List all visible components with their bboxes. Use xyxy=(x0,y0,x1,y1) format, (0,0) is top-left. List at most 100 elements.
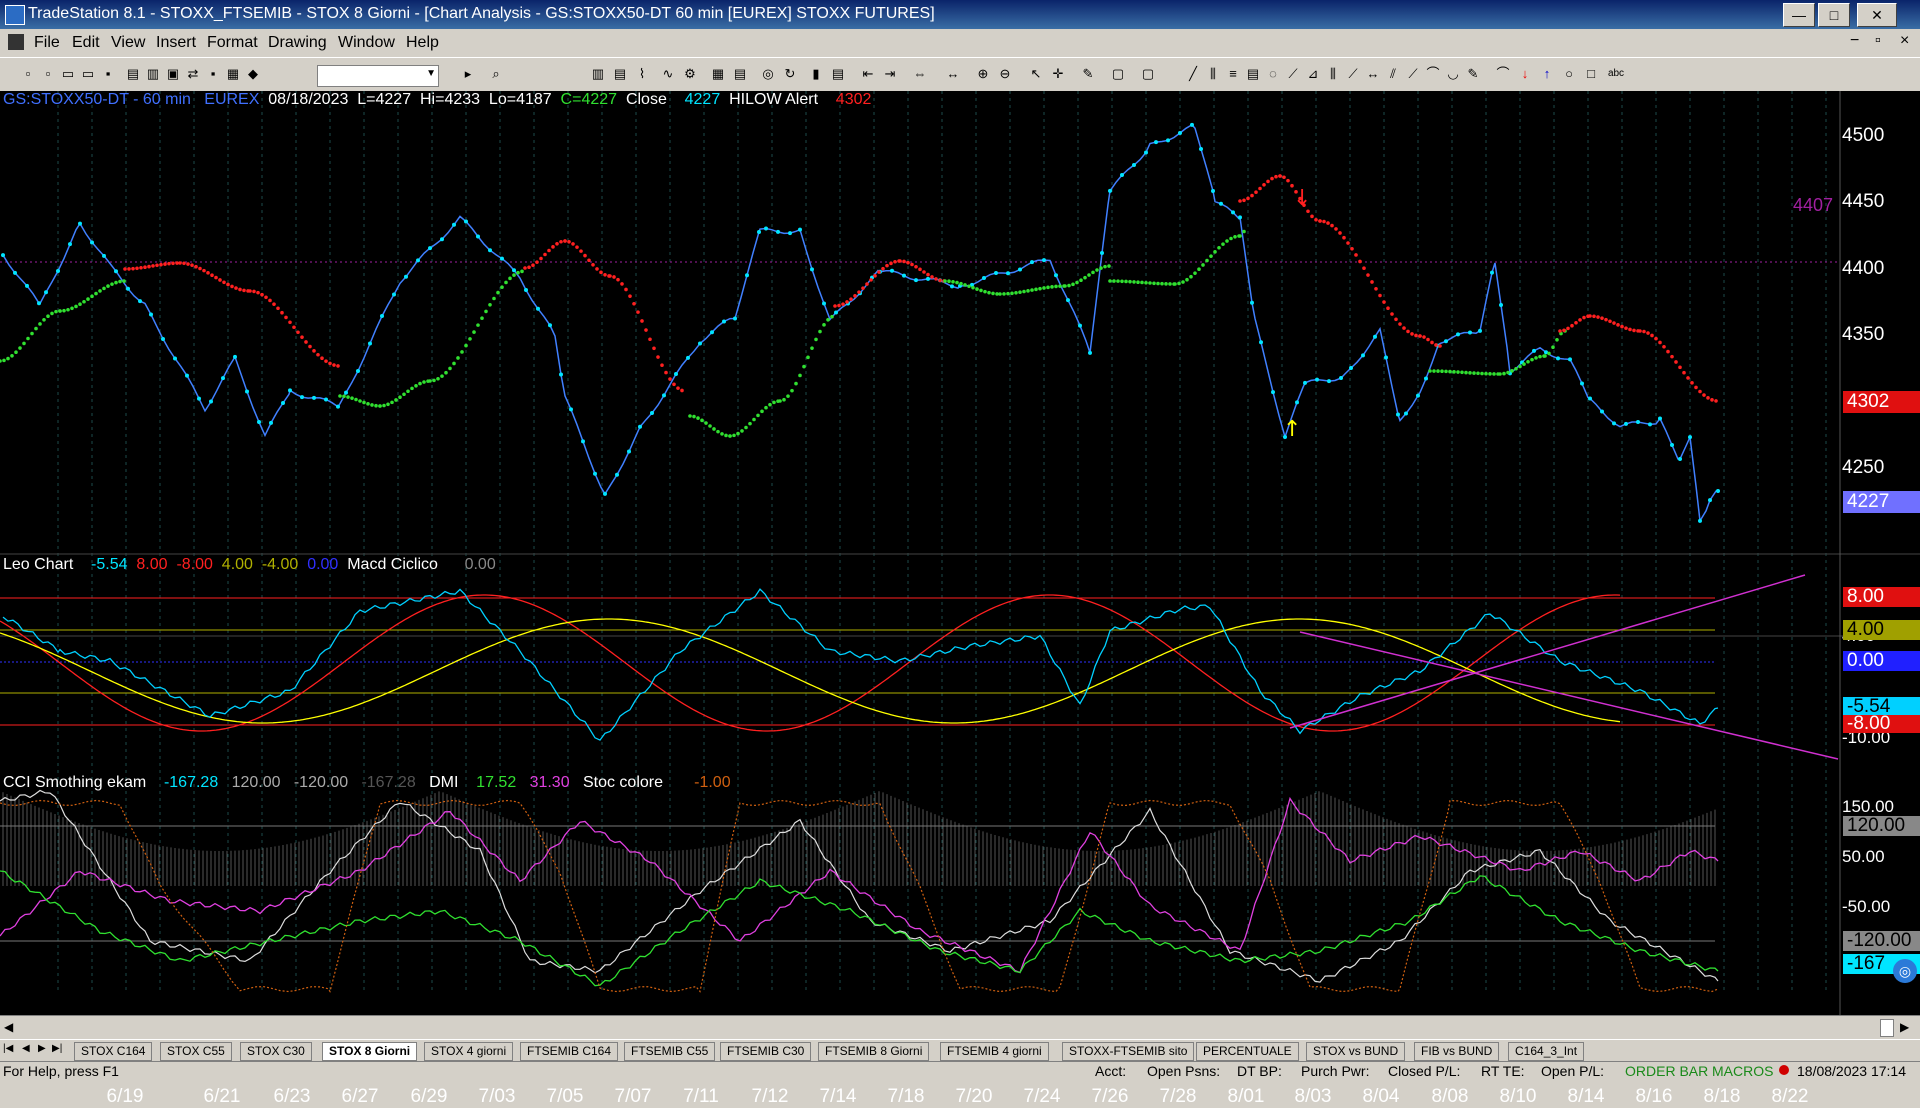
drawing-objects-icon[interactable]: ▢ xyxy=(1140,66,1156,82)
tab-percentuale[interactable]: PERCENTUALE xyxy=(1196,1042,1299,1061)
refresh-icon[interactable]: ↻ xyxy=(782,66,798,82)
crosshair-icon[interactable]: ✛ xyxy=(1050,66,1066,82)
chart-area[interactable]: ↓ ↑ GS:STOXX50-DT - 60 min EUREX 08/18/2… xyxy=(0,91,1920,1107)
line-chart-icon[interactable]: ⌇ xyxy=(634,66,650,82)
tab-ftsemib-c164[interactable]: FTSEMIB C164 xyxy=(520,1042,619,1061)
tab-fib-vs-bund[interactable]: FIB vs BUND xyxy=(1414,1042,1500,1061)
menu-view[interactable]: View xyxy=(111,34,145,52)
indicator-icon[interactable]: ∿ xyxy=(660,66,676,82)
tab-ftsemib-c30[interactable]: FTSEMIB C30 xyxy=(720,1042,812,1061)
tab-stox-c55[interactable]: STOX C55 xyxy=(160,1042,232,1061)
tab-ftsemib-8-giorni[interactable]: FTSEMIB 8 Giorni xyxy=(818,1042,930,1061)
gann-icon[interactable]: ◌ xyxy=(1265,66,1281,82)
tab-next-icon[interactable]: ▶ xyxy=(38,1043,46,1054)
scroll-left-icon[interactable]: ⇤ xyxy=(860,66,876,82)
chat-bubble-icon[interactable]: ◎ xyxy=(1893,959,1917,983)
vertical-lines-icon[interactable]: ⫼ xyxy=(1205,66,1221,82)
parallel-icon[interactable]: ⫽ xyxy=(1385,66,1401,82)
copy-icon[interactable]: ▢ xyxy=(1110,66,1126,82)
arrow-up-icon[interactable]: ↑ xyxy=(1539,66,1555,82)
tab-stox-c164[interactable]: STOX C164 xyxy=(74,1042,153,1061)
close-button[interactable]: ✕ xyxy=(1857,3,1897,27)
print-preview-icon[interactable]: ▤ xyxy=(125,66,141,82)
menu-edit[interactable]: Edit xyxy=(72,34,100,52)
macros-button[interactable]: MACROS xyxy=(1712,1063,1773,1079)
open-icon[interactable]: ▭ xyxy=(60,66,76,82)
tab-c164-3-int[interactable]: C164_3_Int xyxy=(1508,1042,1585,1061)
lock-icon[interactable]: ▪ xyxy=(205,66,221,82)
link-icon[interactable]: ⇄ xyxy=(185,66,201,82)
horizontal-lines-icon[interactable]: ≡ xyxy=(1225,66,1241,82)
expand-icon[interactable]: ↔ xyxy=(945,66,961,82)
scroll-thumb[interactable] xyxy=(1880,1019,1894,1037)
candle-icon[interactable]: ▤ xyxy=(612,66,628,82)
tab-stox-4-giorni[interactable]: STOX 4 giorni xyxy=(424,1042,514,1061)
andrews-icon[interactable]: ⟋ xyxy=(1345,66,1361,82)
tab-ftsemib-4-giorni[interactable]: FTSEMIB 4 giorni xyxy=(940,1042,1049,1061)
menu-file[interactable]: File xyxy=(34,34,60,52)
zoom-out-icon[interactable]: ⊖ xyxy=(997,66,1013,82)
arrow-down-icon[interactable]: ↓ xyxy=(1517,66,1533,82)
maximize-button[interactable]: □ xyxy=(1818,3,1850,27)
horizontal-ray-icon[interactable]: ↔ xyxy=(1365,66,1381,82)
print-icon[interactable]: ▥ xyxy=(145,66,161,82)
fib-time-icon[interactable]: ⫼ xyxy=(1325,66,1341,82)
apps-icon[interactable]: ◆ xyxy=(245,66,261,82)
tab-prev-icon[interactable]: ◀ xyxy=(22,1043,30,1054)
child-close-button[interactable]: × xyxy=(1900,32,1909,50)
scroll-right-arrow-icon[interactable]: ▶ xyxy=(1900,1020,1909,1034)
zoom-in-icon[interactable]: ⊕ xyxy=(975,66,991,82)
scroll-left-arrow-icon[interactable]: ◀ xyxy=(4,1020,13,1034)
menu-drawing[interactable]: Drawing xyxy=(268,34,327,52)
minimize-button[interactable]: — xyxy=(1783,3,1815,27)
menu-bar: File Edit View Insert Format Drawing Win… xyxy=(0,29,1920,57)
tab-first-icon[interactable]: |◀ xyxy=(3,1043,13,1054)
strategy-icon[interactable]: ⚙ xyxy=(682,66,698,82)
alert-icon[interactable]: ◎ xyxy=(760,66,776,82)
menu-format[interactable]: Format xyxy=(207,34,258,52)
bar-chart-icon[interactable]: ▥ xyxy=(590,66,606,82)
table-icon[interactable]: ▦ xyxy=(225,66,241,82)
curve-icon[interactable]: ⌒ xyxy=(1495,66,1511,82)
menu-window[interactable]: Window xyxy=(338,34,395,52)
channel-icon[interactable]: ▤ xyxy=(1245,66,1261,82)
format-icon[interactable]: ▦ xyxy=(710,66,726,82)
tab-ftsemib-c55[interactable]: FTSEMIB C55 xyxy=(624,1042,716,1061)
save-icon[interactable]: ▪ xyxy=(100,66,116,82)
tab-stox-c30[interactable]: STOX C30 xyxy=(240,1042,312,1061)
window-icon[interactable]: ▣ xyxy=(165,66,181,82)
horizontal-scrollbar[interactable]: ◀ ▶ xyxy=(0,1015,1920,1040)
ellipse-icon[interactable]: ○ xyxy=(1561,66,1577,82)
cycle-icon[interactable]: ◡ xyxy=(1445,66,1461,82)
symbol-combo[interactable]: ▼ xyxy=(317,65,439,87)
regression-icon[interactable]: ⟋ xyxy=(1405,66,1421,82)
rectangle-icon[interactable]: □ xyxy=(1583,66,1599,82)
menu-insert[interactable]: Insert xyxy=(156,34,196,52)
arc-icon[interactable]: ⌒ xyxy=(1425,66,1441,82)
scroll-right-icon[interactable]: ⇥ xyxy=(882,66,898,82)
speedline-icon[interactable]: ⟋ xyxy=(1285,66,1301,82)
open-workspace-icon[interactable]: ▭ xyxy=(80,66,96,82)
tools-icon[interactable]: ✎ xyxy=(1080,66,1096,82)
timeline-icon[interactable]: ▤ xyxy=(830,66,846,82)
new-workspace-icon[interactable]: ▫ xyxy=(40,66,56,82)
pointer-icon[interactable]: ↖ xyxy=(1028,66,1044,82)
trendline-icon[interactable]: ╱ xyxy=(1185,66,1201,82)
data-window-icon[interactable]: ▤ xyxy=(732,66,748,82)
order-bar-button[interactable]: ORDER BAR xyxy=(1625,1063,1708,1079)
fib-icon[interactable]: ⊿ xyxy=(1305,66,1321,82)
child-minimize-button[interactable]: − xyxy=(1850,32,1859,50)
menu-help[interactable]: Help xyxy=(406,34,439,52)
market-depth-icon[interactable]: ▮ xyxy=(808,66,824,82)
compress-icon[interactable]: ⇔ xyxy=(912,66,928,82)
child-restore-button[interactable]: ▫ xyxy=(1875,32,1881,50)
tab-stox-vs-bund[interactable]: STOX vs BUND xyxy=(1306,1042,1406,1061)
tab-stox-8-giorni[interactable]: STOX 8 Giorni xyxy=(322,1042,418,1061)
new-icon[interactable]: ▫ xyxy=(20,66,36,82)
tab-last-icon[interactable]: ▶| xyxy=(52,1043,62,1054)
tab-stoxx-ftsemib-sito[interactable]: STOXX-FTSEMIB sito xyxy=(1062,1042,1195,1061)
text-icon[interactable]: abc xyxy=(1605,66,1627,82)
play-icon[interactable]: ▸ xyxy=(460,66,476,82)
zoom-lookup-icon[interactable]: ⌕ xyxy=(488,66,504,82)
pen-icon[interactable]: ✎ xyxy=(1465,66,1481,82)
